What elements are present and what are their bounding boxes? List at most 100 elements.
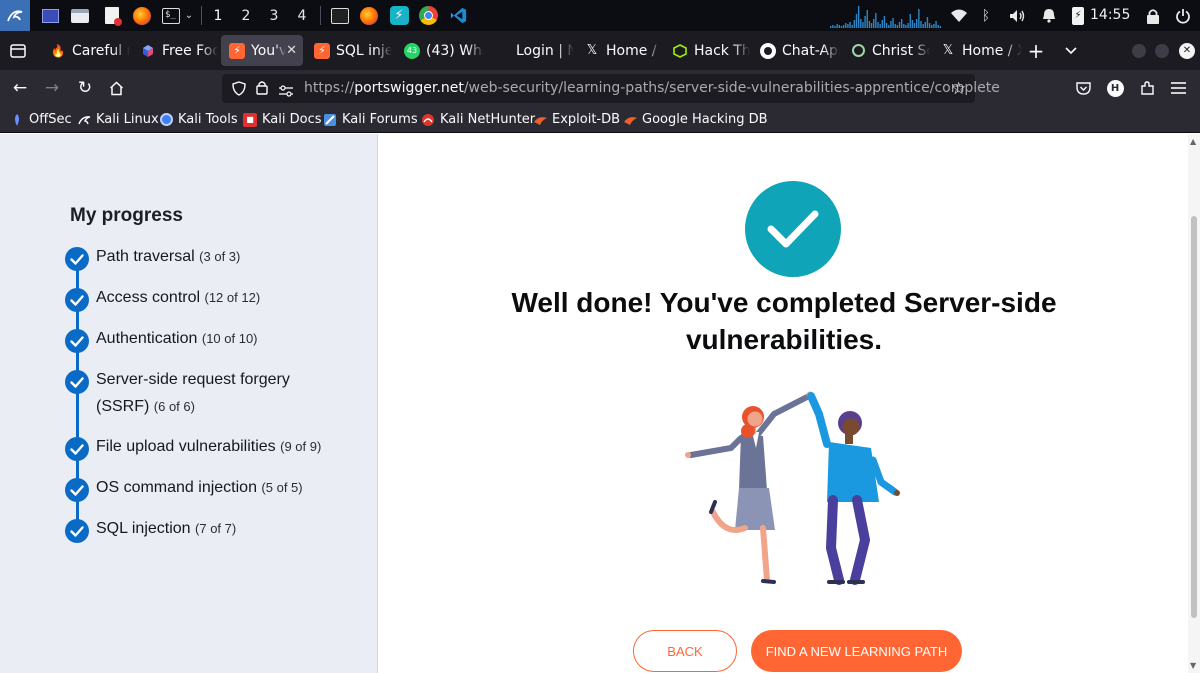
progress-sidebar: My progress Path traversal (3 of 3) Acces… bbox=[0, 134, 378, 673]
page-scrollbar[interactable]: ▲ ▼ bbox=[1188, 134, 1200, 673]
tab-label: Free Foo bbox=[162, 42, 218, 59]
tab-hack-the-box[interactable]: Hack The bbox=[664, 35, 750, 66]
url-scheme: https:// bbox=[304, 80, 355, 96]
kali-dragon-icon bbox=[76, 112, 92, 128]
tab-free-food[interactable]: Free Foo bbox=[132, 35, 218, 66]
tab-whatsapp[interactable]: 43 (43) Wha bbox=[396, 35, 484, 66]
workspace-1[interactable]: 1 bbox=[205, 0, 231, 31]
account-avatar-icon[interactable]: H bbox=[1100, 73, 1130, 103]
burp-window-icon[interactable]: ⚡ bbox=[386, 0, 412, 31]
offsec-icon bbox=[9, 112, 25, 128]
find-new-learning-path-button[interactable]: FIND A NEW LEARNING PATH bbox=[751, 630, 962, 672]
terminal-taskbar-icon[interactable]: $_ bbox=[160, 0, 182, 31]
vscode-window-icon[interactable] bbox=[445, 0, 471, 31]
back-arrow-icon[interactable]: ← bbox=[5, 73, 35, 103]
tracking-shield-icon[interactable] bbox=[232, 81, 246, 100]
bookmark-offsec[interactable]: OffSec bbox=[9, 106, 72, 133]
bookmark-kali-linux[interactable]: Kali Linux bbox=[76, 106, 159, 133]
progress-item-text: File upload vulnerabilities (9 of 9) bbox=[96, 433, 376, 460]
extensions-icon[interactable] bbox=[1132, 73, 1162, 103]
firefox-window-icon[interactable] bbox=[356, 0, 382, 31]
whatsapp-icon: 43 bbox=[404, 42, 420, 59]
checkmark-icon bbox=[767, 210, 819, 248]
success-check-badge bbox=[745, 181, 841, 277]
tab-label: Chat-App bbox=[782, 42, 840, 59]
lock-icon[interactable] bbox=[256, 80, 268, 99]
bookmark-kali-forums[interactable]: Kali Forums bbox=[322, 106, 418, 133]
check-circle-icon bbox=[65, 329, 89, 353]
new-tab-plus-icon[interactable]: + bbox=[1021, 36, 1051, 66]
workspace-2[interactable]: 2 bbox=[233, 0, 259, 31]
progress-item-label: Access control bbox=[96, 289, 201, 306]
home-icon[interactable] bbox=[101, 73, 131, 103]
check-circle-icon bbox=[65, 437, 89, 461]
bookmark-google-hacking-db[interactable]: Google Hacking DB bbox=[622, 106, 768, 133]
progress-title: My progress bbox=[70, 205, 183, 226]
battery-icon[interactable]: ⚡ bbox=[1068, 0, 1088, 31]
chrome-window-icon[interactable] bbox=[415, 0, 441, 31]
tab-christ[interactable]: Christ So bbox=[842, 35, 930, 66]
scrollbar-thumb[interactable] bbox=[1191, 216, 1197, 618]
tab-login[interactable]: Login | N bbox=[486, 35, 574, 66]
tab-careful[interactable]: 🔥 Careful r bbox=[42, 35, 130, 66]
bookmark-kali-tools[interactable]: Kali Tools bbox=[158, 106, 238, 133]
x-icon: 𝕏 bbox=[942, 43, 954, 58]
site-permissions-icon[interactable] bbox=[278, 82, 294, 101]
text-editor-icon[interactable] bbox=[100, 0, 124, 31]
url-text[interactable]: https://portswigger.net/web-security/lea… bbox=[304, 74, 1000, 103]
tab-home-x-2[interactable]: 𝕏 Home / X bbox=[932, 35, 1022, 66]
tab-youve-completed[interactable]: ⚡ You've ✕ bbox=[221, 35, 303, 66]
tab-label: Christ So bbox=[872, 42, 930, 59]
blank-icon bbox=[494, 43, 510, 59]
bookmark-kali-docs[interactable]: ■ Kali Docs bbox=[242, 106, 322, 133]
clock[interactable]: 14:55 bbox=[1090, 0, 1130, 31]
progress-item-text: Server-side request forgery (SSRF) (6 of… bbox=[96, 366, 306, 420]
notification-bell-icon[interactable] bbox=[1038, 0, 1060, 31]
workspace-4[interactable]: 4 bbox=[289, 0, 315, 31]
wifi-icon[interactable] bbox=[948, 0, 970, 31]
power-icon[interactable] bbox=[1172, 0, 1194, 31]
forward-arrow-icon[interactable]: → bbox=[37, 73, 67, 103]
bookmarks-toolbar: OffSec Kali Linux Kali Tools ■ Kali Docs… bbox=[0, 106, 1200, 133]
nethunter-icon bbox=[420, 112, 436, 128]
tab-home-x[interactable]: 𝕏 Home / X bbox=[576, 35, 662, 66]
firefox-view-icon[interactable] bbox=[3, 36, 33, 66]
fire-icon: 🔥 bbox=[50, 43, 66, 58]
bookmark-kali-nethunter[interactable]: Kali NetHunter bbox=[420, 106, 535, 133]
close-window-icon[interactable]: ✕ bbox=[1172, 36, 1200, 66]
firefox-taskbar-icon[interactable] bbox=[130, 0, 154, 31]
x-icon: 𝕏 bbox=[586, 43, 598, 58]
terminal-window-icon[interactable] bbox=[328, 0, 352, 31]
url-bar[interactable]: https://portswigger.net/web-security/lea… bbox=[222, 74, 1000, 103]
bookmark-exploit-db[interactable]: Exploit-DB bbox=[532, 106, 620, 133]
chevron-down-icon[interactable]: ⌄ bbox=[182, 0, 196, 31]
system-taskbar: $_ ⌄ 1 2 3 4 ⚡ ᛒ ⚡ 14:55 bbox=[0, 0, 1200, 31]
kali-docs-icon: ■ bbox=[242, 112, 258, 128]
completion-headline: Well done! You've completed Server-side … bbox=[511, 287, 1057, 355]
exploit-db-icon bbox=[532, 112, 548, 128]
bluetooth-icon[interactable]: ᛒ bbox=[976, 0, 996, 31]
kali-dragon-icon bbox=[7, 9, 23, 21]
kali-menu-button[interactable] bbox=[0, 0, 30, 31]
tab-sql-injection[interactable]: ⚡ SQL inje bbox=[306, 35, 392, 66]
progress-item-text: SQL injection (7 of 7) bbox=[96, 515, 376, 542]
show-desktop-icon[interactable] bbox=[39, 0, 61, 31]
check-circle-icon bbox=[65, 519, 89, 543]
list-tabs-chevron-icon[interactable] bbox=[1056, 36, 1086, 66]
lock-screen-icon[interactable] bbox=[1142, 0, 1164, 31]
globe-icon bbox=[850, 43, 866, 59]
close-tab-icon[interactable]: ✕ bbox=[286, 43, 297, 58]
file-manager-icon[interactable] bbox=[68, 0, 92, 31]
tab-chat-app[interactable]: Chat-App bbox=[752, 35, 840, 66]
url-host: portswigger.net bbox=[354, 80, 464, 96]
volume-icon[interactable] bbox=[1006, 0, 1028, 31]
progress-item-text: Path traversal (3 of 3) bbox=[96, 243, 376, 270]
bookmark-star-icon[interactable]: ☆ bbox=[951, 79, 966, 99]
pocket-icon[interactable] bbox=[1068, 73, 1098, 103]
bookmark-label: Kali Forums bbox=[342, 112, 418, 127]
back-button[interactable]: BACK bbox=[633, 630, 737, 672]
hamburger-menu-icon[interactable] bbox=[1163, 73, 1193, 103]
workspace-3[interactable]: 3 bbox=[261, 0, 287, 31]
tab-label: Home / X bbox=[962, 42, 1022, 59]
reload-icon[interactable]: ↻ bbox=[70, 73, 100, 103]
